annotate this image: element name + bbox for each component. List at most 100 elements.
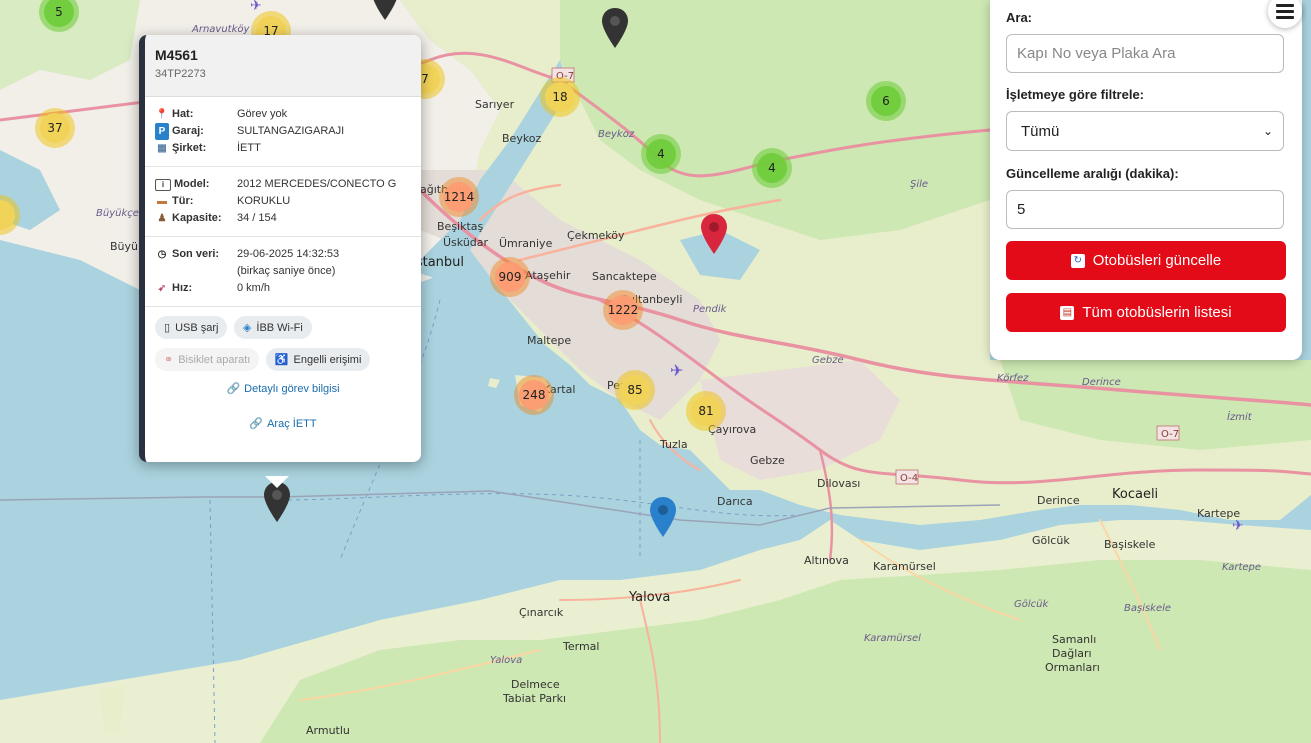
- sonveri-relative: (birkaç saniye önce): [237, 265, 336, 277]
- svg-text:O-4: O-4: [900, 473, 918, 484]
- popup-tip: [265, 476, 289, 488]
- clock-icon: ◷: [157, 249, 167, 260]
- bus-cluster[interactable]: 1222: [603, 290, 643, 330]
- svg-text:Darıca: Darıca: [717, 495, 753, 508]
- person-icon: ♟: [157, 213, 167, 224]
- kapasite-value: 34 / 154: [237, 212, 277, 224]
- svg-text:Başiskele: Başiskele: [1104, 538, 1156, 551]
- hat-value: Görev yok: [237, 108, 288, 120]
- bus-info-popup: M4561 34TP2273 📍 Hat: Görev yok P Garaj: SUL…: [139, 35, 421, 462]
- svg-text:Gebze: Gebze: [750, 454, 785, 467]
- svg-text:Pendik: Pendik: [693, 304, 728, 315]
- svg-text:Dağları: Dağları: [1052, 647, 1092, 660]
- menu-bar: [1276, 3, 1294, 7]
- bus-marker-pin[interactable]: [602, 8, 628, 48]
- svg-text:Tabiat Parkı: Tabiat Parkı: [502, 692, 566, 705]
- search-input[interactable]: Kapı No veya Plaka Ara: [1006, 34, 1284, 73]
- svg-text:Karamürsel: Karamürsel: [873, 560, 936, 573]
- bus-cluster[interactable]: 85: [615, 370, 655, 410]
- pin-icon: 📍: [155, 109, 169, 120]
- building-icon: ▦: [157, 143, 167, 154]
- svg-text:Ataşehir: Ataşehir: [525, 269, 571, 282]
- plug-icon: ▯: [164, 322, 171, 334]
- road-shield-o4: O-4: [895, 469, 919, 485]
- airport-icon: ✈: [1232, 518, 1244, 534]
- garaj-value: SULTANGAZIGARAJI: [237, 125, 345, 137]
- svg-text:Şile: Şile: [910, 179, 928, 190]
- bus-cluster[interactable]: 18: [540, 77, 580, 117]
- bus-cluster[interactable]: 81: [686, 391, 726, 431]
- all-buses-list-button[interactable]: ▤ Tüm otobüslerin listesi: [1006, 293, 1286, 332]
- badge-accessible: ♿ Engelli erişimi: [265, 348, 371, 371]
- svg-text:Üsküdar: Üsküdar: [443, 236, 489, 249]
- bus-cluster[interactable]: 6: [866, 81, 906, 121]
- svg-text:Gebze: Gebze: [812, 355, 844, 366]
- bus-cluster[interactable]: 248: [514, 375, 554, 415]
- svg-text:Derince: Derince: [1037, 494, 1080, 507]
- svg-text:Sancaktepe: Sancaktepe: [592, 270, 657, 283]
- svg-text:Yalova: Yalova: [628, 590, 670, 605]
- svg-text:Çınarcık: Çınarcık: [519, 606, 564, 619]
- svg-text:Beykoz: Beykoz: [598, 129, 635, 140]
- vehicle-iett-link[interactable]: 🔗 Araç İETT: [145, 417, 421, 430]
- svg-text:Beşiktaş: Beşiktaş: [437, 220, 484, 233]
- svg-text:Samanlı: Samanlı: [1052, 633, 1096, 646]
- filter-label: İşletmeye göre filtrele:: [1006, 87, 1144, 102]
- svg-text:Ormanları: Ormanları: [1045, 661, 1100, 674]
- svg-text:Körfez: Körfez: [997, 373, 1029, 384]
- rocket-icon: ➶: [157, 283, 167, 294]
- filter-selected-value: Tümü: [1021, 122, 1060, 140]
- bus-marker-pin[interactable]: [372, 0, 398, 20]
- popup-section-assignment: 📍 Hat: Görev yok P Garaj: SULTANGAZIGARAJI ▦…: [145, 97, 421, 167]
- bicycle-icon: ⚭: [164, 354, 174, 366]
- svg-text:Gölcük: Gölcük: [1014, 599, 1049, 610]
- tur-value: KORUKLU: [237, 195, 291, 207]
- bus-door-number: M4561: [155, 47, 198, 63]
- svg-text:Sarıyer: Sarıyer: [475, 98, 515, 111]
- svg-text:Maltepe: Maltepe: [527, 334, 571, 347]
- refresh-icon: ↻: [1070, 253, 1085, 268]
- operator-filter-select[interactable]: Tümü ⌄: [1006, 111, 1284, 151]
- interval-label: Güncelleme aralığı (dakika):: [1006, 166, 1179, 181]
- bus-cluster[interactable]: 1214: [439, 177, 479, 217]
- hiz-value: 0 km/h: [237, 282, 271, 294]
- popup-header: M4561 34TP2273: [145, 35, 421, 97]
- svg-text:Yalova: Yalova: [490, 655, 522, 666]
- svg-text:Delmece: Delmece: [511, 678, 560, 691]
- svg-text:Kocaeli: Kocaeli: [1112, 487, 1158, 502]
- svg-text:Kartepe: Kartepe: [1222, 562, 1261, 573]
- bus-cluster[interactable]: 37: [35, 108, 75, 148]
- bus-cluster[interactable]: 4: [752, 148, 792, 188]
- detail-task-link[interactable]: 🔗 Detaylı görev bilgisi: [145, 382, 421, 395]
- link-icon: 🔗: [249, 418, 264, 430]
- model-value: 2012 MERCEDES/CONECTO G: [237, 178, 397, 190]
- popup-section-vehicle: i Model: 2012 MERCEDES/CONECTO G ▬ Tür: KORU…: [145, 167, 421, 237]
- svg-text:İzmit: İzmit: [1227, 410, 1253, 423]
- svg-text:Armutlu: Armutlu: [306, 724, 350, 737]
- selected-bus-marker-pin[interactable]: [701, 214, 727, 254]
- clipboard-icon: ▤: [1060, 305, 1075, 320]
- user-location-pin[interactable]: [650, 497, 676, 537]
- svg-text:O-7: O-7: [1161, 429, 1179, 440]
- svg-text:Termal: Termal: [562, 640, 599, 653]
- info-icon: i: [155, 178, 171, 191]
- bus-cluster[interactable]: 4: [641, 134, 681, 174]
- bus-plate: 34TP2273: [155, 68, 206, 80]
- control-panel: Ara: Kapı No veya Plaka Ara İşletmeye gö…: [990, 0, 1302, 360]
- link-icon: 🔗: [226, 383, 241, 395]
- svg-text:Tuzla: Tuzla: [659, 438, 688, 451]
- parking-icon: P: [155, 123, 169, 140]
- update-buses-button[interactable]: ↻ Otobüsleri güncelle: [1006, 241, 1286, 280]
- sonveri-value: 29-06-2025 14:32:53: [237, 248, 340, 260]
- svg-text:Arnavutköy: Arnavutköy: [191, 24, 251, 35]
- airport-icon: ✈: [670, 361, 683, 380]
- road-shield-o7-east: O-7: [1156, 425, 1180, 441]
- wheelchair-icon: ♿: [274, 354, 289, 366]
- bus-cluster[interactable]: 909: [490, 257, 530, 297]
- interval-input[interactable]: 5: [1006, 190, 1284, 229]
- bus-marker-pin[interactable]: [264, 482, 290, 522]
- feature-badges: ▯ USB şarj ◈ İBB Wi-Fi ⚭ Bisiklet aparatı ♿…: [145, 307, 421, 380]
- svg-text:Gölcük: Gölcük: [1032, 534, 1070, 547]
- menu-bar: [1276, 9, 1294, 13]
- svg-text:Derince: Derince: [1082, 377, 1121, 388]
